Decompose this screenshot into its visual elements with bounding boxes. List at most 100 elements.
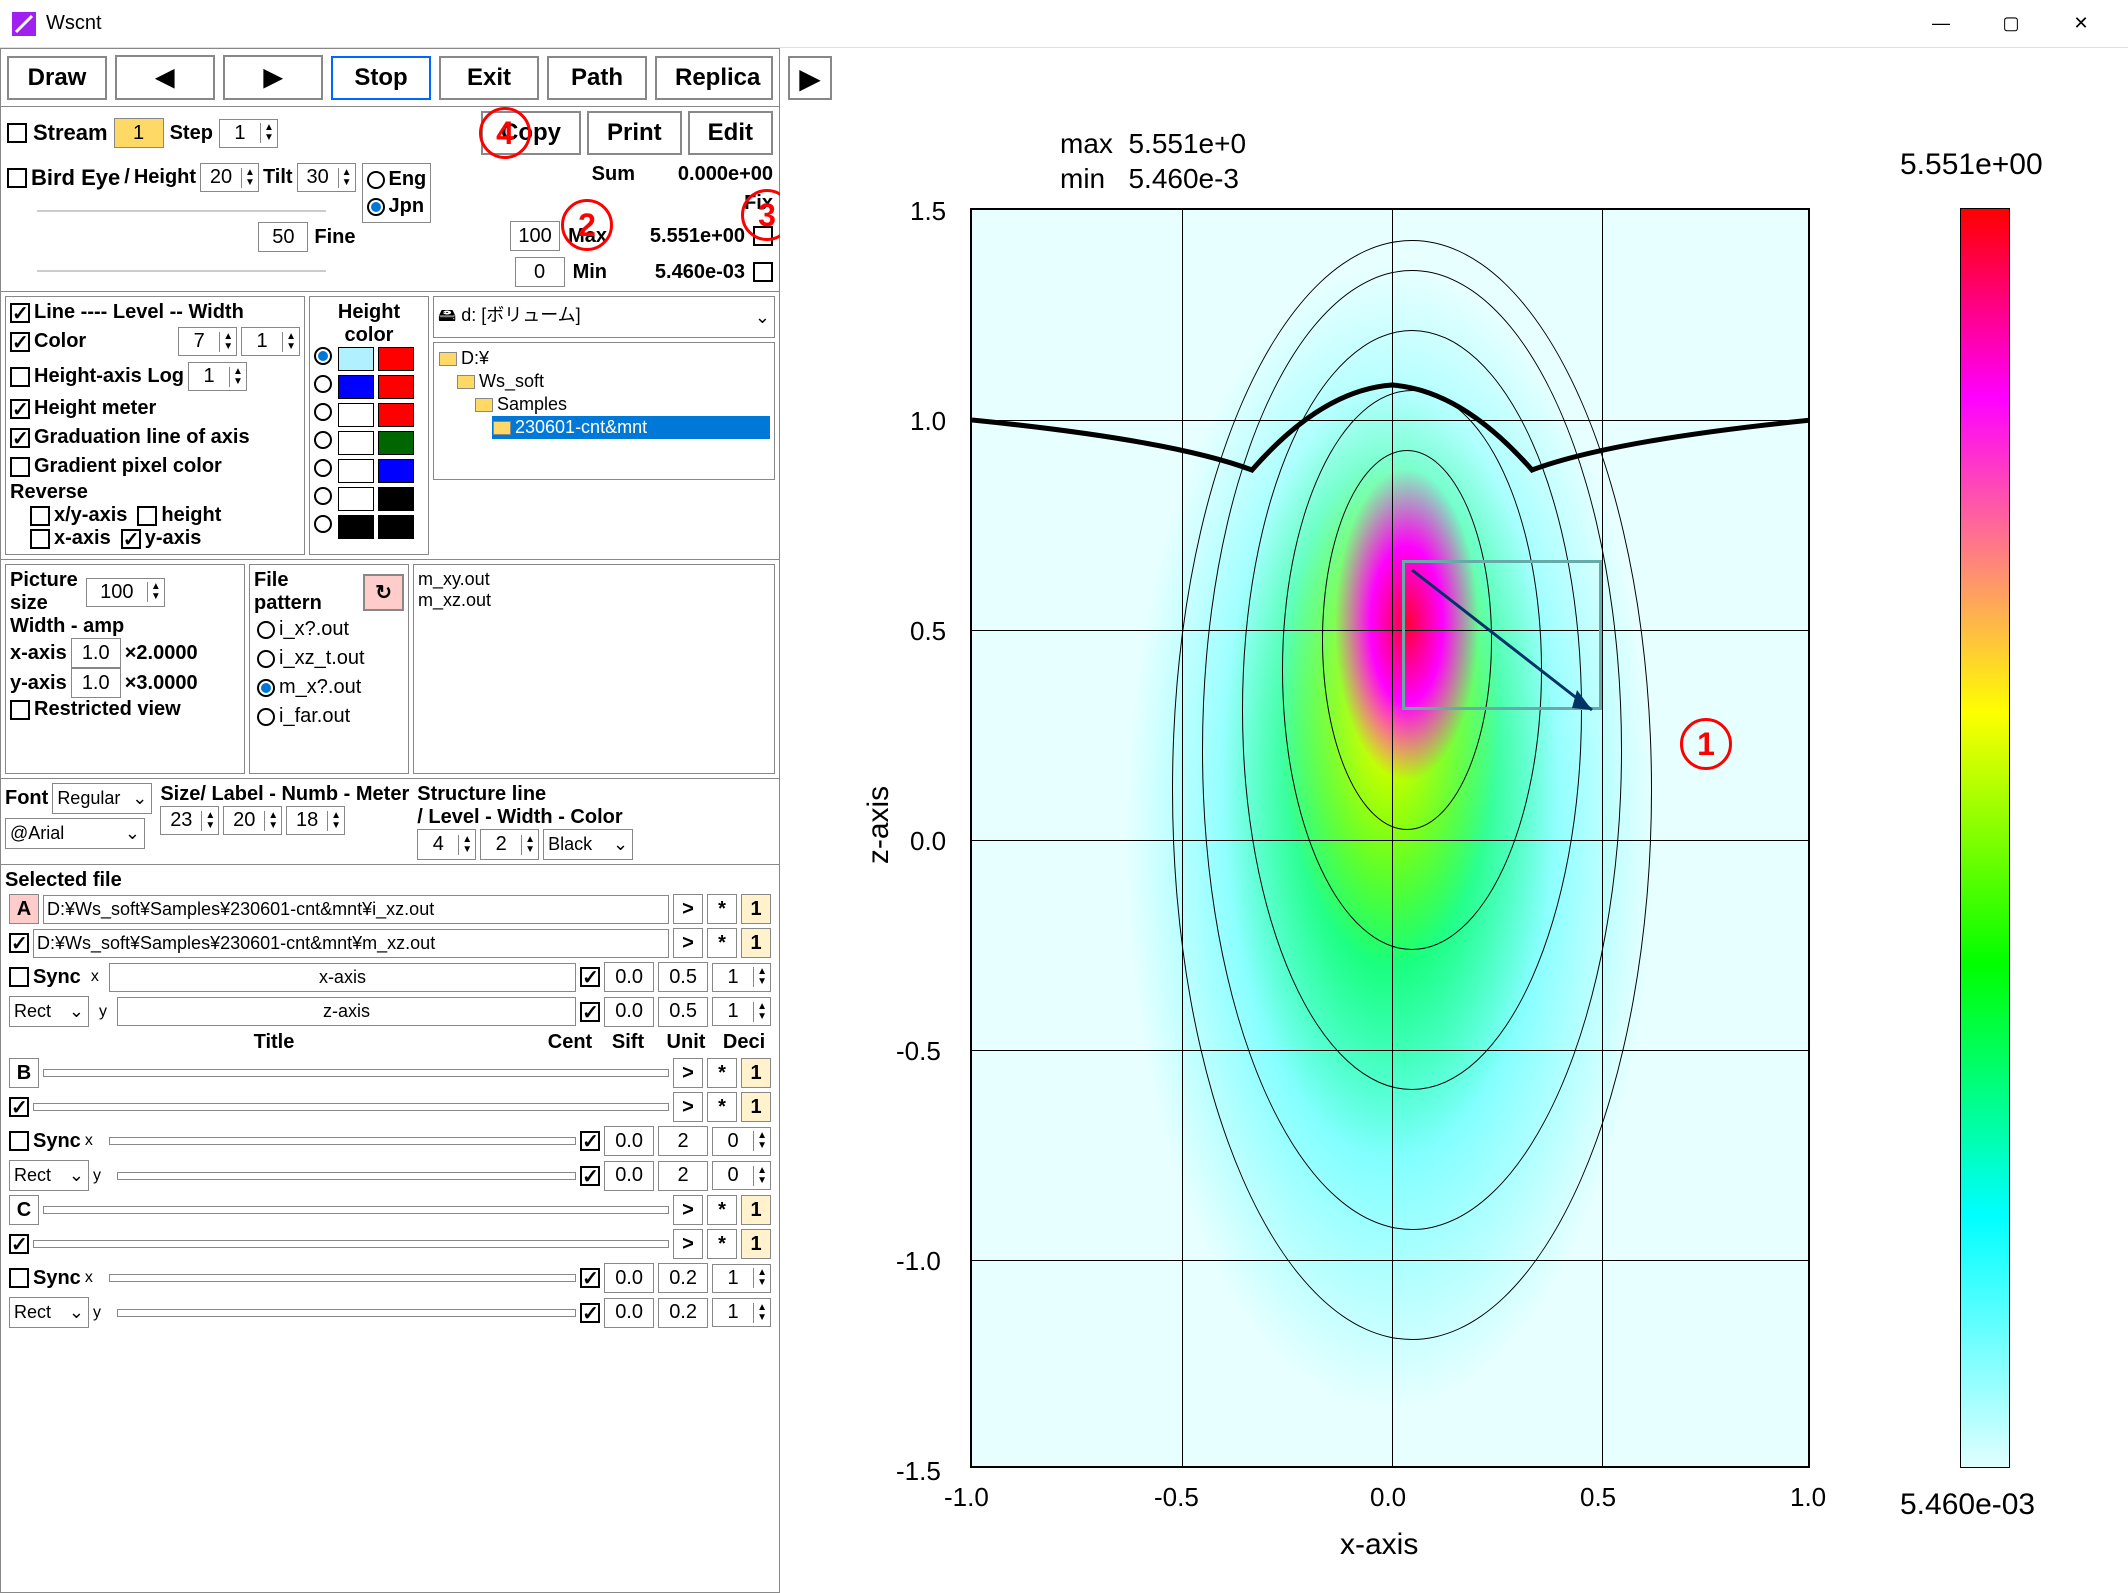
font-label-size[interactable]: 23▲▼	[160, 806, 219, 835]
max-scale[interactable]: 100	[510, 221, 560, 251]
tree-item: D:¥	[438, 347, 770, 370]
file-item[interactable]: m_xy.out	[418, 569, 770, 590]
color-radio-7[interactable]	[314, 515, 332, 533]
color-radio-6[interactable]	[314, 487, 332, 505]
draw-button[interactable]: Draw	[7, 56, 107, 100]
color-radio-3[interactable]	[314, 403, 332, 421]
step-spinner[interactable]: 1▲▼	[219, 119, 278, 148]
rev-xy-checkbox[interactable]	[30, 506, 50, 526]
eng-radio[interactable]	[367, 171, 385, 189]
path-button[interactable]: Path	[547, 56, 647, 100]
callout-4: 4	[479, 107, 531, 159]
font-section: Font Regular⌄ @Arial⌄ Size/ Label - Numb…	[1, 778, 779, 864]
callout-1: 1	[1680, 718, 1732, 770]
tree-item: Ws_soft	[456, 370, 770, 393]
print-button[interactable]: Print	[587, 111, 682, 155]
restricted-checkbox[interactable]	[10, 700, 30, 720]
birdeye-checkbox[interactable]	[7, 168, 27, 188]
structure-line	[972, 210, 1808, 1466]
gt-button[interactable]: >	[673, 894, 703, 924]
toolbar-row-2: Stream 1 Step 1▲▼ Copy Print Edit 4	[1, 107, 779, 159]
tilt-spinner[interactable]: 30▲▼	[297, 163, 356, 192]
gradline-checkbox[interactable]	[10, 428, 30, 448]
pattern-radio-2[interactable]	[257, 650, 275, 668]
minimize-button[interactable]: —	[1906, 0, 1976, 48]
pattern-radio-4[interactable]	[257, 708, 275, 726]
line-level-spinner[interactable]: 7▲▼	[178, 327, 237, 356]
plot-min-label: min 5.460e-3	[1060, 163, 1239, 195]
height-spinner[interactable]: 20▲▼	[200, 163, 259, 192]
sum-value: 0.000e+00	[643, 163, 773, 186]
sync-a-checkbox[interactable]	[9, 967, 29, 987]
pattern-radio-1[interactable]	[257, 621, 275, 639]
struct-width[interactable]: 2▲▼	[480, 829, 539, 860]
file-list[interactable]: m_xy.out m_xz.out	[413, 564, 775, 774]
jpn-radio[interactable]	[367, 198, 385, 216]
pattern-radio-3[interactable]	[257, 679, 275, 697]
exit-button[interactable]: Exit	[439, 56, 539, 100]
line-checkbox[interactable]	[10, 303, 30, 323]
line-width-spinner[interactable]: 1▲▼	[241, 327, 300, 356]
display-section: Line ---- Level -- Width Color 7▲▼ 1▲▼ H…	[1, 291, 779, 559]
struct-color[interactable]: Black⌄	[543, 829, 633, 860]
file-a2-checkbox[interactable]	[9, 933, 29, 953]
color-radio-2[interactable]	[314, 375, 332, 393]
xaxis-amp[interactable]: 1.0	[71, 638, 121, 668]
color-radio-5[interactable]	[314, 459, 332, 477]
min-scale[interactable]: 0	[515, 257, 565, 287]
callout-2: 2	[561, 199, 613, 251]
rect-select-a[interactable]: Rect⌄	[9, 996, 89, 1027]
yaxis-amp[interactable]: 1.0	[71, 668, 121, 698]
folder-tree[interactable]: D:¥ Ws_soft Samples 230601-cnt&mnt	[433, 342, 775, 480]
heightlog-spinner[interactable]: 1▲▼	[188, 362, 247, 391]
heightlog-checkbox[interactable]	[10, 367, 30, 387]
gradpixel-checkbox[interactable]	[10, 457, 30, 477]
font-family-select[interactable]: @Arial⌄	[5, 818, 145, 849]
toolbar-row-1: Draw ◀ ▶ Stop Exit Path Replica	[1, 49, 779, 107]
picsize-section: Picture size 100▲▼ Width - amp x-axis 1.…	[1, 559, 779, 778]
min-fix-checkbox[interactable]	[753, 262, 773, 282]
rev-h-checkbox[interactable]	[137, 506, 157, 526]
app-logo-icon	[12, 12, 36, 36]
close-button[interactable]: ✕	[2046, 0, 2116, 48]
prev-button[interactable]: ◀	[115, 55, 215, 100]
rev-y-checkbox[interactable]	[121, 529, 141, 549]
colorbar-bottom: 5.460e-03	[1900, 1488, 2035, 1522]
font-meter-size[interactable]: 18▲▼	[286, 806, 345, 835]
file-item[interactable]: m_xz.out	[418, 590, 770, 611]
fine-value[interactable]: 50	[258, 222, 308, 252]
stream-checkbox[interactable]	[7, 123, 27, 143]
struct-level[interactable]: 4▲▼	[417, 829, 476, 860]
heightmeter-checkbox[interactable]	[10, 399, 30, 419]
tree-item-selected: 230601-cnt&mnt	[492, 416, 770, 439]
picsize-spinner[interactable]: 100▲▼	[86, 578, 165, 607]
sum-label: Sum	[592, 163, 635, 186]
rev-x-checkbox[interactable]	[30, 529, 50, 549]
color-palette	[314, 347, 424, 539]
birdeye-label: Bird Eye	[31, 165, 120, 191]
unit-a[interactable]: 1	[741, 894, 771, 924]
folder-icon	[457, 375, 475, 389]
refresh-button[interactable]: ↻	[363, 574, 404, 611]
file-tag-b: B	[9, 1058, 39, 1088]
z-axis-label: z-axis	[862, 786, 896, 864]
font-numb-size[interactable]: 20▲▼	[223, 806, 282, 835]
font-style-select[interactable]: Regular⌄	[52, 783, 152, 814]
stop-button[interactable]: Stop	[331, 56, 431, 100]
file-a-path[interactable]: D:¥Ws_soft¥Samples¥230601-cnt&mnt¥i_xz.o…	[43, 895, 669, 924]
maximize-button[interactable]: ▢	[1976, 0, 2046, 48]
edit-button[interactable]: Edit	[688, 111, 773, 155]
color-checkbox[interactable]	[10, 332, 30, 352]
stream-value[interactable]: 1	[114, 118, 164, 148]
plot-box[interactable]	[970, 208, 1810, 1468]
play-button[interactable]: ▶	[788, 56, 832, 100]
file-a2-path[interactable]: D:¥Ws_soft¥Samples¥230601-cnt&mnt¥m_xz.o…	[33, 929, 669, 958]
color-radio-4[interactable]	[314, 431, 332, 449]
replica-button[interactable]: Replica	[655, 56, 773, 100]
color-radio-1[interactable]	[314, 347, 332, 365]
color-swatch[interactable]	[338, 347, 374, 371]
window-title: Wscnt	[46, 12, 102, 35]
star-button[interactable]: *	[707, 894, 737, 924]
next-button[interactable]: ▶	[223, 55, 323, 100]
drive-select[interactable]: 🖴 d: [ボリューム]⌄	[433, 296, 775, 338]
